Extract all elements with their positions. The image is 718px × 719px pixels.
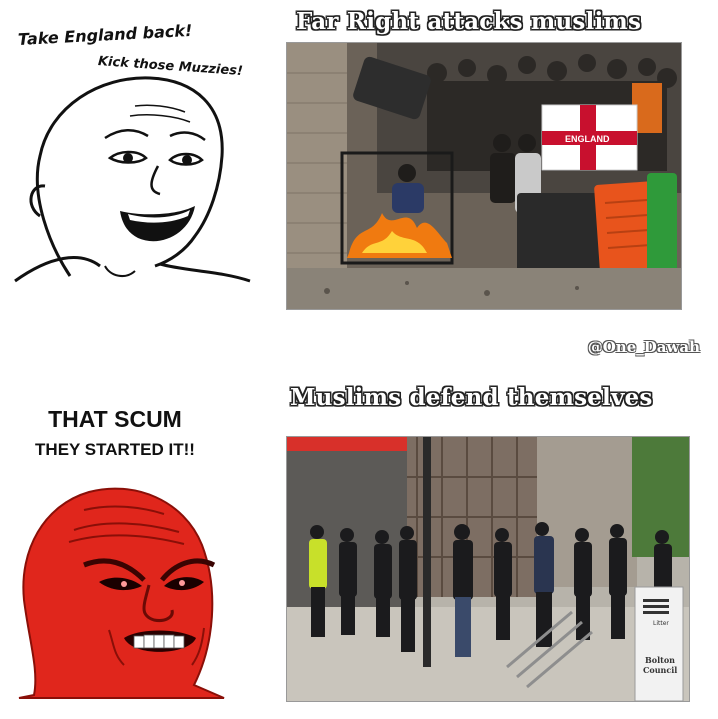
title-muslims-defend: Muslims defend themselves [290,384,653,411]
england-flag: ENGLAND [541,104,638,171]
street-crowd-photo: Litter Bolton Council [286,436,690,702]
smiling-wojak-face [14,76,251,283]
litter-sign-text: Litter [653,620,669,627]
angry-red-wojak-face [18,487,225,699]
flag-text: ENGLAND [565,134,610,144]
watermark-handle: @One_Dawah [587,338,700,356]
title-far-right-attacks: Far Right attacks muslims [296,8,642,35]
bolton-sign-text: Bolton [645,655,675,665]
council-sign-text: Council [643,665,677,675]
bolton-council-litter-bin: Litter Bolton Council [634,586,684,701]
riot-photo: ENGLAND [286,42,682,310]
caption-they-started-it: THEY STARTED IT!! [35,440,195,459]
caption-that-scum: THAT SCUM [48,406,182,432]
caption-take-england-back: Take England back! [17,20,193,49]
